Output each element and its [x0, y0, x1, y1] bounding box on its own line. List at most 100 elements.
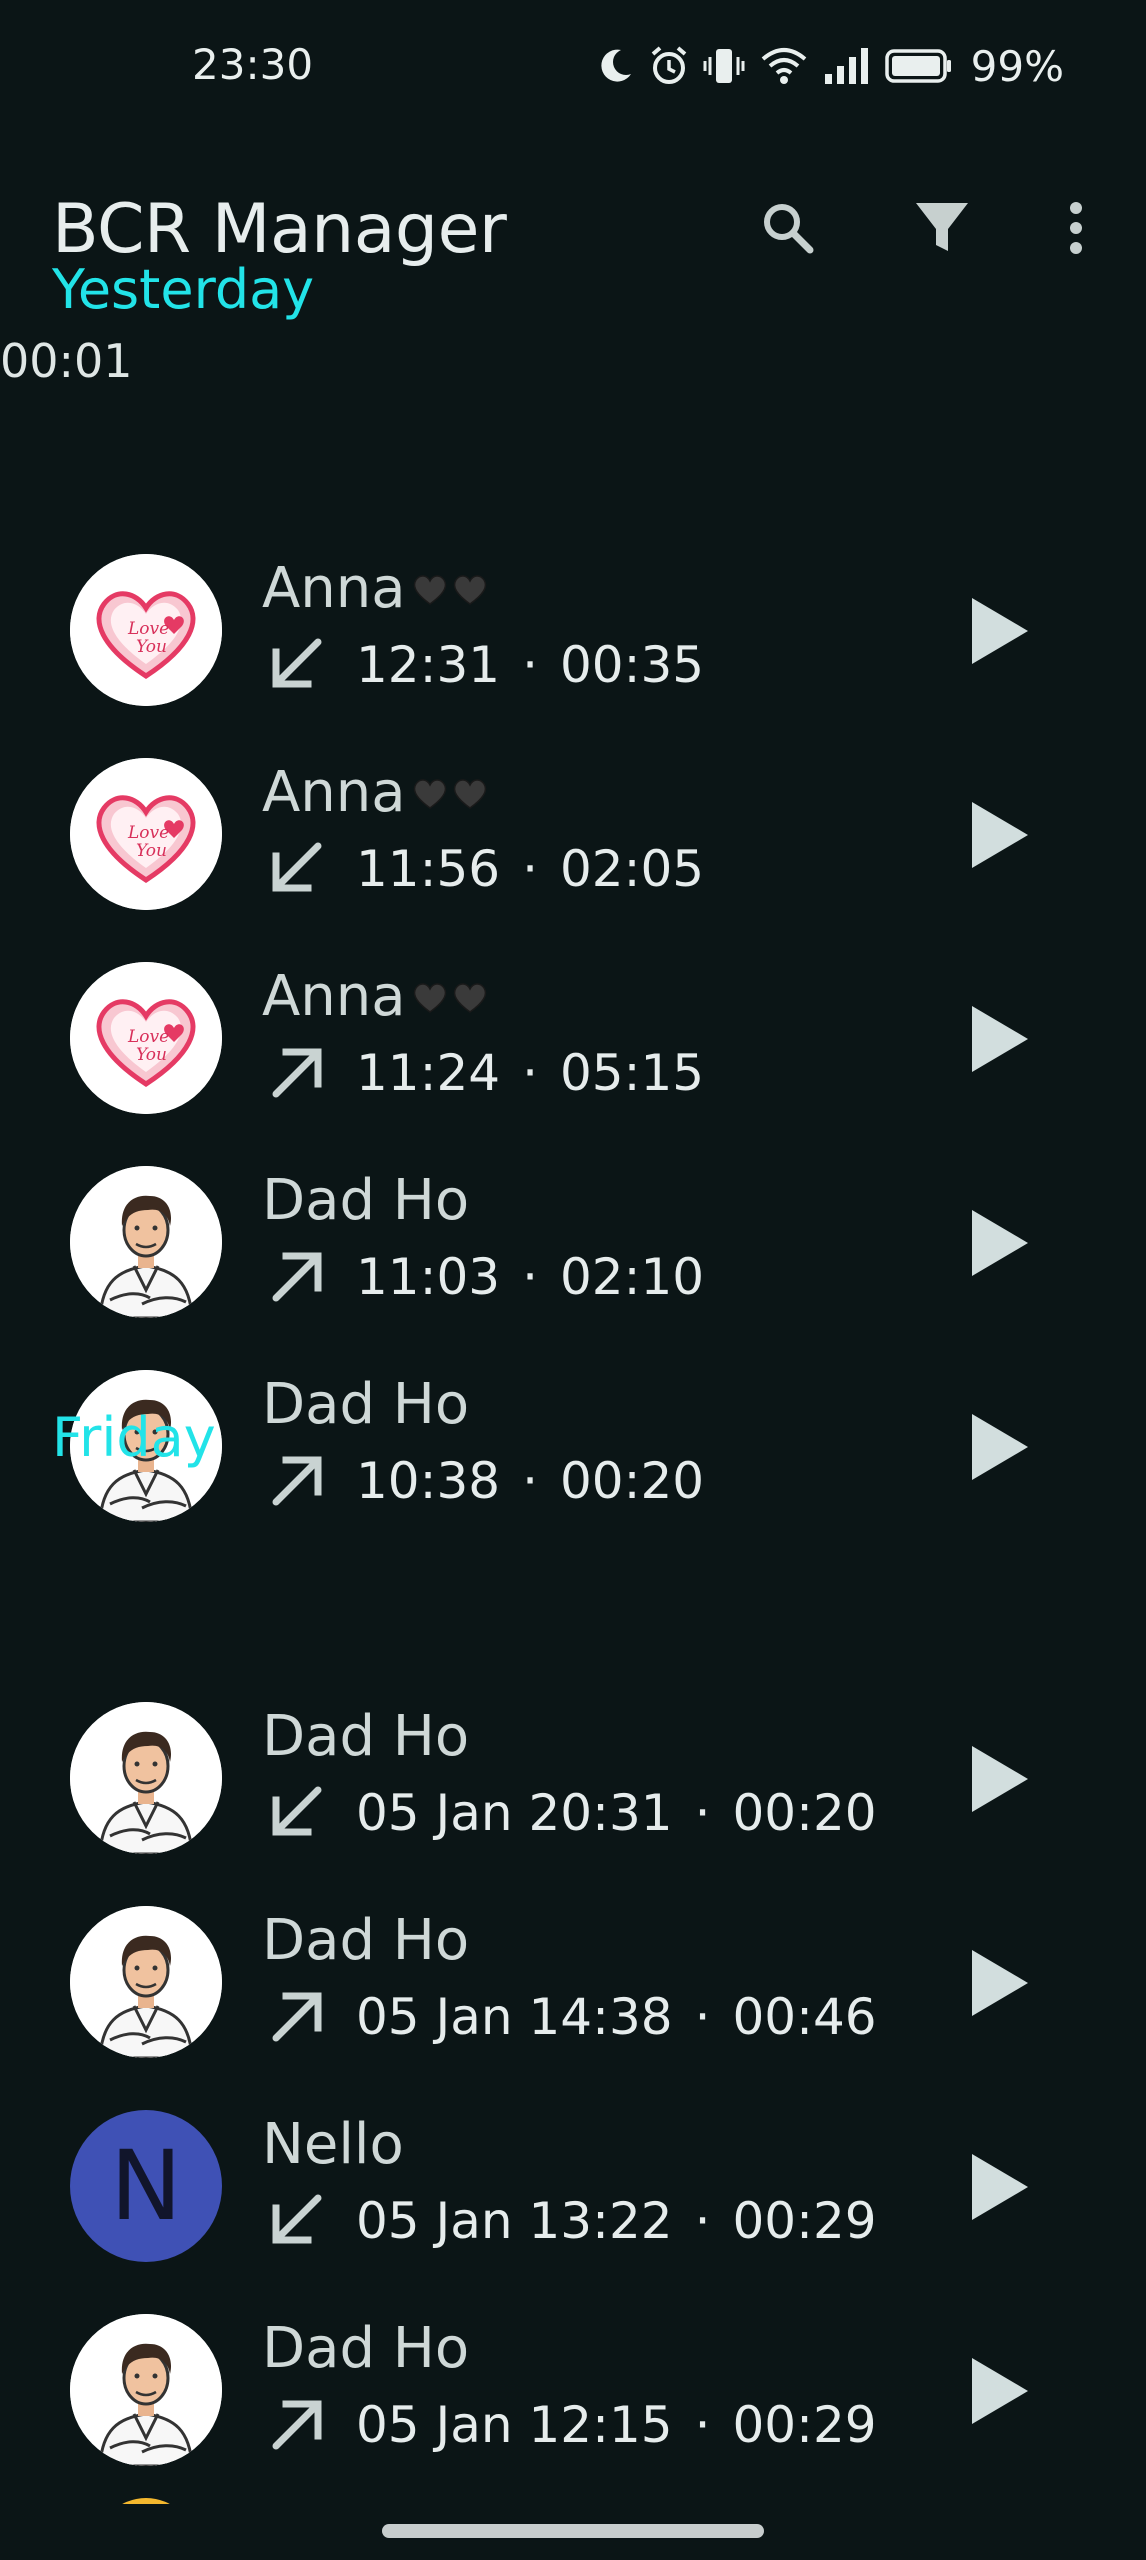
call-duration: 00:29: [732, 2396, 877, 2454]
call-time: 12:31: [356, 636, 501, 694]
incoming-call-icon: [262, 630, 332, 700]
play-button[interactable]: [960, 790, 1036, 880]
contact-name: Dad Ho: [262, 1168, 469, 1233]
call-duration: 00:20: [560, 1452, 705, 1510]
status-time: 23:30: [192, 40, 314, 89]
svg-text:Love: Love: [127, 619, 169, 639]
call-time: 11:03: [356, 1248, 501, 1306]
call-time: 05 Jan 14:38: [356, 1988, 673, 2046]
outgoing-call-icon: [262, 1242, 332, 1312]
call-meta: 11:56 · 02:05: [262, 834, 704, 904]
contact-name: Anna: [262, 556, 494, 624]
recording-row[interactable]: Love You Anna 11:56 · 02:05: [0, 728, 1146, 928]
svg-text:You: You: [136, 1045, 167, 1065]
contact-avatar: [70, 1906, 222, 2058]
vibrate-icon: [703, 45, 745, 87]
contact-name: Anna: [262, 760, 494, 828]
play-icon: [960, 598, 1036, 680]
play-button[interactable]: [960, 2142, 1036, 2232]
contact-avatar: Love You: [70, 962, 222, 1114]
call-duration: 05:15: [560, 1044, 705, 1102]
home-indicator[interactable]: [382, 2524, 764, 2538]
incoming-call-icon: [262, 2186, 332, 2256]
contact-avatar-letter: N: [70, 2110, 222, 2262]
call-time: 05 Jan 20:31: [356, 1784, 673, 1842]
recording-row[interactable]: Dad Ho 11:03 · 02:10: [0, 1136, 1146, 1336]
search-icon: [758, 198, 818, 262]
svg-text:You: You: [136, 841, 167, 861]
contact-name: Dad Ho: [262, 1372, 469, 1437]
more-vert-icon: [1066, 198, 1086, 262]
outgoing-call-icon: [262, 1982, 332, 2052]
call-meta: 11:24 · 05:15: [262, 1038, 704, 1108]
meta-separator: ·: [522, 636, 538, 694]
meta-separator: ·: [522, 1248, 538, 1306]
play-icon: [960, 1006, 1036, 1088]
black-heart-icon: [410, 967, 494, 1032]
meta-separator: ·: [694, 2396, 711, 2454]
recording-row[interactable]: Dad Ho 05 Jan 20:31 · 00:20: [0, 1672, 1146, 1872]
call-time: 11:56: [356, 840, 501, 898]
contact-avatar: Love You: [70, 554, 222, 706]
contact-name: Dad Ho: [262, 1704, 469, 1769]
outgoing-call-icon: [262, 2390, 332, 2460]
play-icon: [960, 2154, 1036, 2236]
contact-avatar: [70, 1166, 222, 1318]
play-button[interactable]: [960, 1402, 1036, 1492]
contact-name-text: Anna: [262, 964, 406, 1029]
search-button[interactable]: [752, 194, 824, 266]
outgoing-call-icon: [262, 1038, 332, 1108]
partial-avatar: [96, 2498, 196, 2504]
call-meta: 11:03 · 02:10: [262, 1242, 704, 1312]
call-duration: 00:20: [732, 1784, 877, 1842]
contact-name: Nello: [262, 2112, 404, 2177]
battery-icon: [884, 48, 953, 84]
svg-text:You: You: [136, 637, 167, 657]
play-button[interactable]: [960, 1198, 1036, 1288]
contact-name: Anna: [262, 964, 494, 1032]
recording-row[interactable]: Love You Anna 12:31 · 00:35: [0, 524, 1146, 724]
contact-name: Dad Ho: [262, 2316, 469, 2381]
contact-name-text: Nello: [262, 2112, 404, 2177]
recording-row[interactable]: Dad Ho 05 Jan 12:15 · 00:29: [0, 2284, 1146, 2484]
call-meta: 10:38 · 00:20: [262, 1446, 704, 1516]
call-duration: 02:05: [560, 840, 705, 898]
call-duration: 00:46: [732, 1988, 877, 2046]
signal-icon: [823, 46, 871, 86]
play-button[interactable]: [960, 1938, 1036, 2028]
playback-progress-text: 00:01: [0, 334, 133, 388]
call-meta: 05 Jan 13:22 · 00:29: [262, 2186, 877, 2256]
contact-avatar: Love You: [70, 758, 222, 910]
play-icon: [960, 1950, 1036, 2032]
play-button[interactable]: [960, 994, 1036, 1084]
call-time: 11:24: [356, 1044, 501, 1102]
call-time: 05 Jan 13:22: [356, 2192, 673, 2250]
contact-avatar: [70, 2314, 222, 2466]
recording-row[interactable]: Love You Anna 11:24 · 05:15: [0, 932, 1146, 1132]
recording-row[interactable]: Dad Ho 05 Jan 14:38 · 00:46: [0, 1876, 1146, 2076]
call-duration: 00:29: [732, 2192, 877, 2250]
play-button[interactable]: [960, 2346, 1036, 2436]
status-bar: 23:30 99%: [0, 0, 1146, 130]
call-meta: 05 Jan 20:31 · 00:20: [262, 1778, 877, 1848]
meta-separator: ·: [522, 1452, 538, 1510]
recording-row[interactable]: N Nello 05 Jan 13:22 · 00:29: [0, 2080, 1146, 2280]
more-options-button[interactable]: [1040, 194, 1112, 266]
incoming-call-icon: [262, 1778, 332, 1848]
contact-name-text: Anna: [262, 760, 406, 825]
meta-separator: ·: [694, 1988, 711, 2046]
play-icon: [960, 1414, 1036, 1496]
play-button[interactable]: [960, 586, 1036, 676]
filter-icon: [914, 199, 970, 261]
section-header: Yesterday: [52, 258, 315, 321]
meta-separator: ·: [694, 1784, 711, 1842]
alarm-icon: [649, 45, 689, 87]
section-header: Friday: [52, 1406, 216, 1469]
black-heart-icon: [410, 763, 494, 828]
meta-separator: ·: [522, 840, 538, 898]
filter-button[interactable]: [906, 194, 978, 266]
play-button[interactable]: [960, 1734, 1036, 1824]
incoming-call-icon: [262, 834, 332, 904]
meta-separator: ·: [694, 2192, 711, 2250]
contact-name-text: Dad Ho: [262, 1704, 470, 1769]
